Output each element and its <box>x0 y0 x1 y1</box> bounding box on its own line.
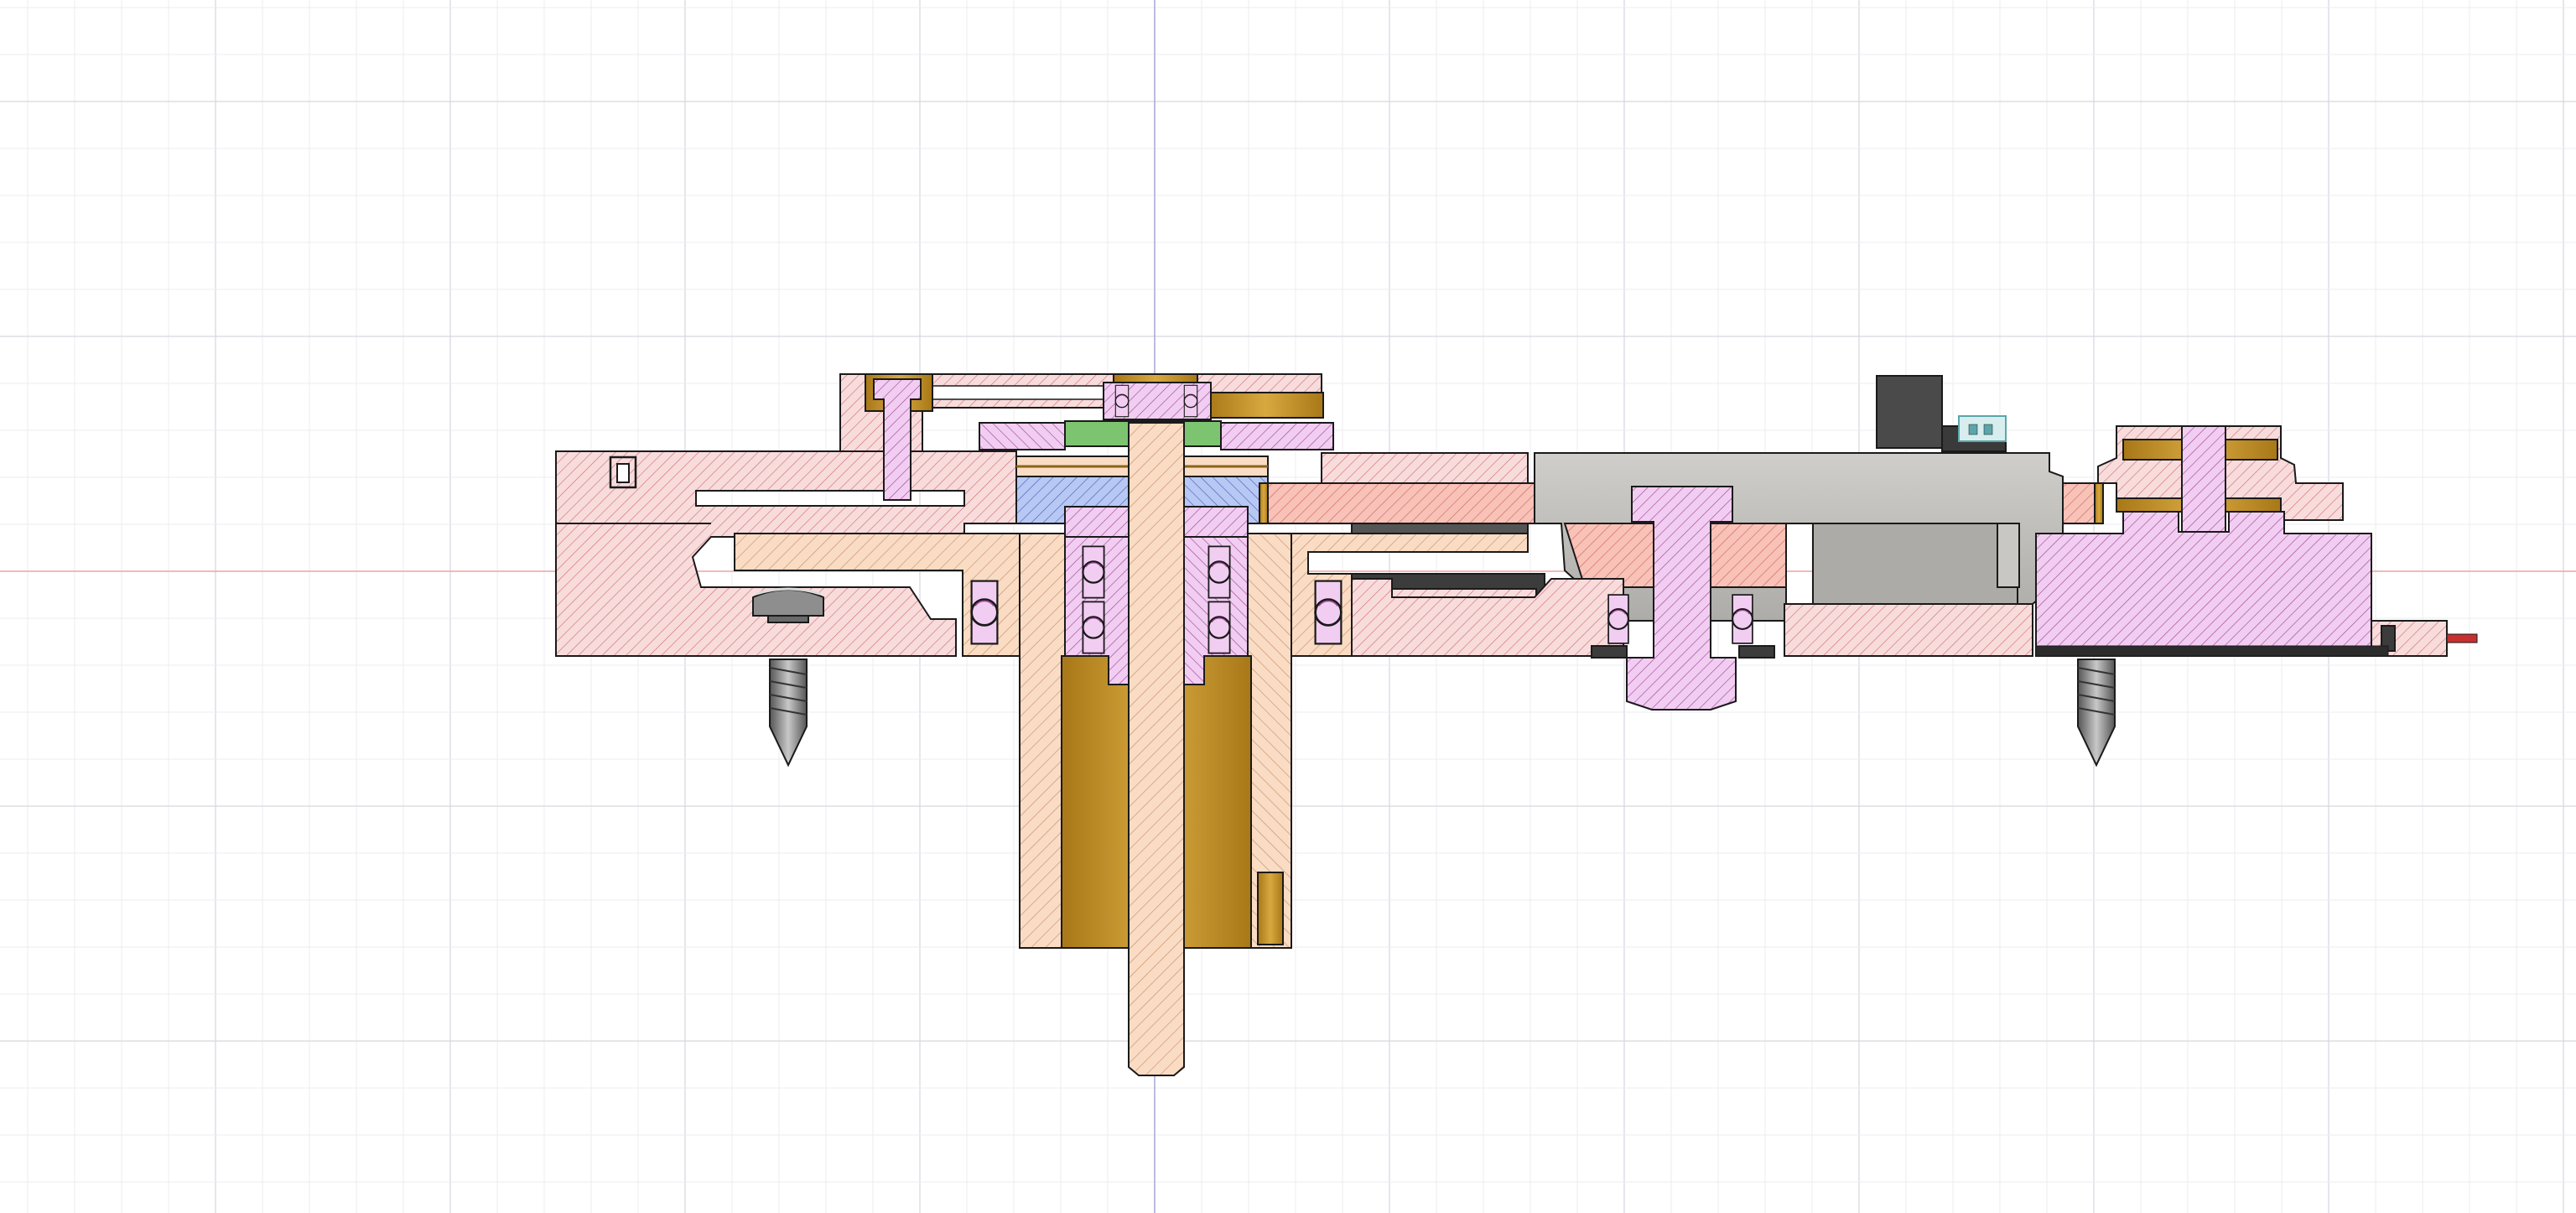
right-block[interactable] <box>2035 511 2372 657</box>
bearing-right <box>1314 580 1343 645</box>
section-view-canvas[interactable] <box>0 0 2576 1213</box>
sensor-block <box>1876 375 1943 449</box>
red-wire <box>2446 633 2478 643</box>
screw-right <box>2077 659 2116 768</box>
section-assembly[interactable] <box>555 373 2478 1076</box>
screw-left <box>752 587 824 768</box>
cad-viewport[interactable] <box>0 0 2576 1213</box>
connector-chip <box>1958 415 2007 442</box>
bearing-left <box>970 580 999 645</box>
main-shaft[interactable] <box>1128 422 1185 1076</box>
